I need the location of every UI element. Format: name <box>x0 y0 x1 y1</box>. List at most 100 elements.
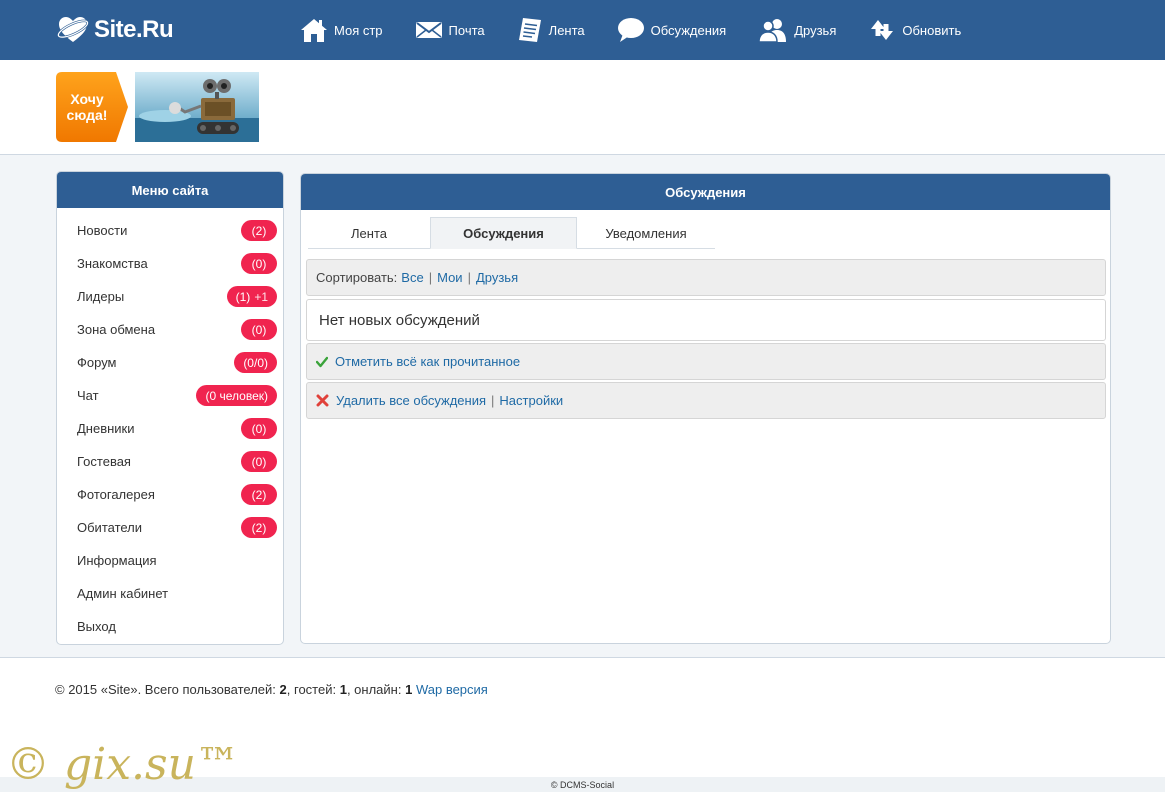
site-logo[interactable]: Site.Ru <box>56 14 174 46</box>
heart-planet-logo-icon <box>57 17 89 42</box>
sidebar-item-label: Фотогалерея <box>77 487 155 502</box>
delete-row: Удалить все обсуждения | Настройки <box>306 382 1106 419</box>
sidebar-item-label: Новости <box>77 223 128 238</box>
wap-version-link[interactable]: Wap версия <box>416 682 488 697</box>
sidebar-item-admin-cabinet[interactable]: Админ кабинет <box>57 577 283 610</box>
sort-label: Сортировать: <box>316 270 398 285</box>
sidebar-item-label: Знакомства <box>77 256 148 271</box>
online-label: , онлайн: <box>346 682 402 697</box>
sidebar-item-label: Информация <box>77 553 157 568</box>
top-navigation-bar: Site.Ru Моя стр Почта Лента Обсуждения Д… <box>0 0 1165 60</box>
want-line-1: Хочу <box>70 91 104 107</box>
nav-label: Обновить <box>902 22 962 38</box>
nav-my-page[interactable]: Моя стр <box>300 17 383 43</box>
site-menu-sidebar: Меню сайта Новости (2) Знакомства (0) Ли… <box>56 171 284 645</box>
sidebar-item-leaders[interactable]: Лидеры (1) +1 <box>57 280 283 313</box>
online-count: 1 <box>405 682 413 697</box>
sidebar-item-chat[interactable]: Чат (0 человек) <box>57 379 283 412</box>
count-badge: (0/0) <box>234 352 277 373</box>
tab-feed[interactable]: Лента <box>308 217 430 249</box>
sidebar-item-label: Выход <box>77 619 116 634</box>
guests-label: , гостей: <box>286 682 337 697</box>
sort-friends-link[interactable]: Друзья <box>476 270 518 285</box>
divider: | <box>467 270 471 285</box>
count-badge: (0) <box>241 451 277 472</box>
friends-icon <box>758 19 787 43</box>
home-icon <box>301 19 327 42</box>
nav-discussions[interactable]: Обсуждения <box>617 17 727 43</box>
sort-all-link[interactable]: Все <box>401 270 423 285</box>
sidebar-item-info[interactable]: Информация <box>57 544 283 577</box>
feed-icon <box>518 18 541 42</box>
page-title: Обсуждения <box>301 174 1110 210</box>
want-line-2: сюда! <box>66 107 108 123</box>
robot-ad-image[interactable] <box>135 72 259 142</box>
count-badge: (2) <box>241 484 277 505</box>
sidebar-item-dating[interactable]: Знакомства (0) <box>57 247 283 280</box>
sidebar-item-news[interactable]: Новости (2) <box>57 214 283 247</box>
footer-copyright: © 2015 «Site». Всего пользователей: <box>55 682 276 697</box>
empty-state-message: Нет новых обсуждений <box>306 299 1106 341</box>
tab-notifications[interactable]: Уведомления <box>577 217 715 249</box>
divider: | <box>491 393 495 408</box>
mark-read-row: Отметить всё как прочитанное <box>306 343 1106 380</box>
sidebar-item-exchange[interactable]: Зона обмена (0) <box>57 313 283 346</box>
mark-all-read-link[interactable]: Отметить всё как прочитанное <box>335 354 520 369</box>
sidebar-item-label: Чат <box>77 388 99 403</box>
sort-bar: Сортировать: Все | Мои | Друзья <box>306 259 1106 296</box>
sidebar-item-label: Зона обмена <box>77 322 156 337</box>
footer-stats: © 2015 «Site». Всего пользователей: 2, г… <box>55 682 488 697</box>
nav-label: Лента <box>548 22 585 38</box>
logo-text: Site.Ru <box>94 16 174 43</box>
count-badge: (1) +1 <box>226 286 277 307</box>
nav-label: Обсуждения <box>650 22 727 38</box>
tabs-bar: Лента Обсуждения Уведомления <box>308 217 715 249</box>
sidebar-menu-list: Новости (2) Знакомства (0) Лидеры (1) +1 … <box>57 208 283 643</box>
nav-label: Почта <box>448 22 485 38</box>
sidebar-item-photo-gallery[interactable]: Фотогалерея (2) <box>57 478 283 511</box>
tab-discussions[interactable]: Обсуждения <box>430 217 577 249</box>
sidebar-item-label: Дневники <box>77 421 135 436</box>
sidebar-item-label: Форум <box>77 355 117 370</box>
sidebar-title: Меню сайта <box>57 172 283 208</box>
nav-mail[interactable]: Почта <box>415 20 485 40</box>
speech-bubble-icon <box>617 18 644 42</box>
count-badge: (0 человек) <box>196 385 277 406</box>
nav-refresh[interactable]: Обновить <box>868 16 961 44</box>
watermark: © gix.su™ <box>6 739 240 790</box>
main-nav: Моя стр Почта Лента Обсуждения Друзья Об… <box>300 0 993 60</box>
sidebar-item-logout[interactable]: Выход <box>57 610 283 643</box>
want-here-ad-button[interactable]: Хочу сюда! <box>56 72 128 142</box>
envelope-icon <box>415 22 442 38</box>
refresh-icon <box>871 20 894 40</box>
delete-x-icon <box>316 394 329 407</box>
nav-label: Друзья <box>794 22 837 38</box>
settings-link[interactable]: Настройки <box>499 393 563 408</box>
sidebar-item-forum[interactable]: Форум (0/0) <box>57 346 283 379</box>
discussions-panel: Обсуждения Лента Обсуждения Уведомления … <box>300 173 1111 644</box>
sidebar-item-diaries[interactable]: Дневники (0) <box>57 412 283 445</box>
sidebar-item-label: Гостевая <box>77 454 131 469</box>
users-count: 2 <box>279 682 287 697</box>
robot-picture-icon <box>135 72 259 142</box>
badge-plus-count: +1 <box>254 289 268 304</box>
count-badge: (2) <box>241 220 277 241</box>
checkmark-icon <box>316 356 328 367</box>
delete-all-discussions-link[interactable]: Удалить все обсуждения <box>336 393 486 408</box>
count-badge: (0) <box>241 253 277 274</box>
count-badge: (0) <box>241 418 277 439</box>
nav-label: Моя стр <box>334 22 383 38</box>
divider: | <box>428 270 433 285</box>
sidebar-item-guestbook[interactable]: Гостевая (0) <box>57 445 283 478</box>
guests-count: 1 <box>339 682 347 697</box>
sort-mine-link[interactable]: Мои <box>437 270 462 285</box>
dcms-credit-link[interactable]: © DCMS-Social <box>551 780 614 790</box>
sidebar-item-residents[interactable]: Обитатели (2) <box>57 511 283 544</box>
banner-row: Хочу сюда! <box>0 60 1165 155</box>
sidebar-item-label: Лидеры <box>77 289 125 304</box>
count-badge: (2) <box>241 517 277 538</box>
nav-friends[interactable]: Друзья <box>758 17 836 43</box>
sidebar-item-label: Обитатели <box>77 520 143 535</box>
count-badge: (0) <box>241 319 277 340</box>
nav-feed[interactable]: Лента <box>517 16 585 44</box>
